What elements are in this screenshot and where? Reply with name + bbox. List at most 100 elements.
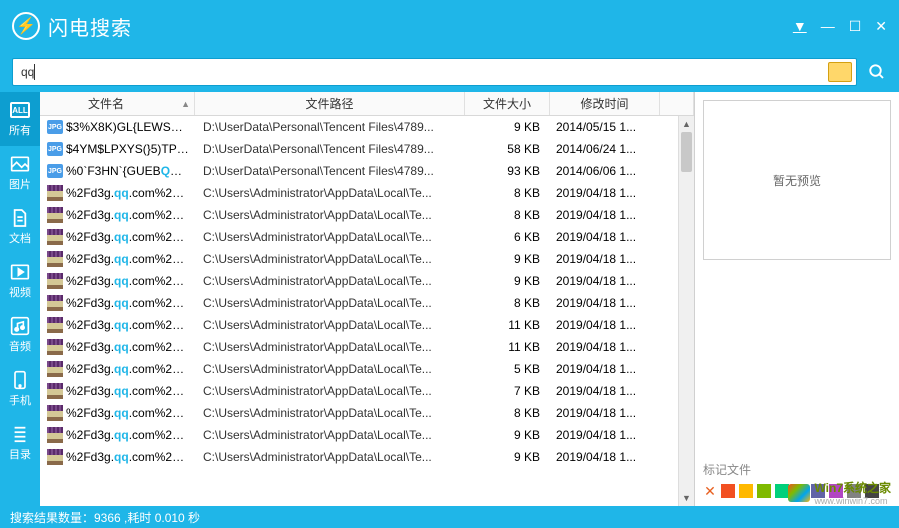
result-date: 2014/05/15 1... xyxy=(550,120,660,134)
audio-icon xyxy=(9,316,31,336)
title-bar: ⚡ 闪电搜索 ▼ — ☐ ✕ xyxy=(0,0,899,52)
watermark: Win7系统之家 www.winwin7.com xyxy=(788,479,891,506)
result-row[interactable]: %2Fd3g.qq.com%2Fclu...C:\Users\Administr… xyxy=(40,270,678,292)
result-filename: %2Fd3g.qq.com%2Fclu... xyxy=(66,208,195,222)
vertical-scrollbar[interactable]: ▲ ▼ xyxy=(678,116,694,506)
column-size[interactable]: 文件大小 xyxy=(465,92,550,115)
folder-scope-button[interactable] xyxy=(828,62,852,82)
result-date: 2019/04/18 1... xyxy=(550,296,660,310)
watermark-logo-icon xyxy=(788,484,810,502)
sidebar-item-phone[interactable]: 手机 xyxy=(0,362,40,416)
sidebar-item-label: 视频 xyxy=(9,284,31,300)
archive-file-icon xyxy=(47,449,63,465)
archive-file-icon xyxy=(47,427,63,443)
result-filename: %2Fd3g.qq.com%2Fclu... xyxy=(66,274,195,288)
result-size: 8 KB xyxy=(465,186,550,200)
result-row[interactable]: %2Fd3g.qq.com%2Fclu...C:\Users\Administr… xyxy=(40,248,678,270)
result-filename: %2Fd3g.qq.com%2Fclu... xyxy=(66,230,195,244)
jpg-file-icon: JPG xyxy=(47,164,63,178)
phone-icon xyxy=(9,370,31,390)
archive-file-icon xyxy=(47,295,63,311)
scroll-down-icon[interactable]: ▼ xyxy=(679,490,694,506)
maximize-button[interactable]: ☐ xyxy=(849,18,862,35)
result-filename: %2Fd3g.qq.com%2Fclu... xyxy=(66,340,195,354)
result-date: 2019/04/18 1... xyxy=(550,186,660,200)
sidebar-item-image[interactable]: 图片 xyxy=(0,146,40,200)
results-list: JPG$3%X8K)GL{LEWSA`BQQ\D:\UserData\Perso… xyxy=(40,116,678,506)
result-row[interactable]: %2Fd3g.qq.com%2Fclu...C:\Users\Administr… xyxy=(40,424,678,446)
result-path: C:\Users\Administrator\AppData\Local\Te.… xyxy=(195,384,465,398)
search-box[interactable]: qq xyxy=(12,58,857,86)
results-panel: 文件名▲ 文件路径 文件大小 修改时间 JPG$3%X8K)GL{LEWSA`B… xyxy=(40,92,695,506)
menu-dropdown-icon[interactable]: ▼ xyxy=(793,18,807,35)
result-date: 2019/04/18 1... xyxy=(550,252,660,266)
result-row[interactable]: %2Fd3g.qq.com%2Fclu...C:\Users\Administr… xyxy=(40,358,678,380)
result-row[interactable]: JPG$4YM$LPXYS(}5)TP]XQW(D:\UserData\Pers… xyxy=(40,138,678,160)
sidebar-item-label: 手机 xyxy=(9,392,31,408)
result-row[interactable]: %2Fd3g.qq.com%2Fclu...C:\Users\Administr… xyxy=(40,226,678,248)
result-row[interactable]: %2Fd3g.qq.com%2Fclu...C:\Users\Administr… xyxy=(40,204,678,226)
search-input[interactable]: qq xyxy=(21,65,34,79)
column-name[interactable]: 文件名▲ xyxy=(40,92,195,115)
result-size: 9 KB xyxy=(465,252,550,266)
sidebar-item-video[interactable]: 视频 xyxy=(0,254,40,308)
result-filename: %2Fd3g.qq.com%2Fclu... xyxy=(66,296,195,310)
column-spacer xyxy=(660,92,694,115)
preview-panel: 暂无预览 标记文件 ✕ Win7系统之家 www.winwin7.com xyxy=(695,92,899,506)
archive-file-icon xyxy=(47,229,63,245)
archive-file-icon xyxy=(47,405,63,421)
result-row[interactable]: %2Fd3g.qq.com%2Fclu...C:\Users\Administr… xyxy=(40,402,678,424)
result-size: 5 KB xyxy=(465,362,550,376)
scroll-up-icon[interactable]: ▲ xyxy=(679,116,694,132)
result-row[interactable]: %2Fd3g.qq.com%2Fclu...C:\Users\Administr… xyxy=(40,446,678,468)
status-text: 搜索结果数量：9366 ,耗时 0.010 秒 xyxy=(10,509,200,526)
sidebar-item-document[interactable]: 文档 xyxy=(0,200,40,254)
result-filename: %2Fd3g.qq.com%2Fclu... xyxy=(66,318,195,332)
result-row[interactable]: JPG$3%X8K)GL{LEWSA`BQQ\D:\UserData\Perso… xyxy=(40,116,678,138)
result-path: C:\Users\Administrator\AppData\Local\Te.… xyxy=(195,252,465,266)
result-filename: %2Fd3g.qq.com%2Fclu... xyxy=(66,186,195,200)
archive-file-icon xyxy=(47,273,63,289)
result-row[interactable]: %2Fd3g.qq.com%2Fclu...C:\Users\Administr… xyxy=(40,292,678,314)
folder-icon xyxy=(9,424,31,444)
result-date: 2019/04/18 1... xyxy=(550,208,660,222)
clear-tag-button[interactable]: ✕ xyxy=(703,484,717,498)
status-bar: 搜索结果数量：9366 ,耗时 0.010 秒 xyxy=(0,506,899,528)
minimize-button[interactable]: — xyxy=(821,18,835,35)
search-icon[interactable] xyxy=(865,60,889,84)
column-path[interactable]: 文件路径 xyxy=(195,92,465,115)
result-date: 2019/04/18 1... xyxy=(550,428,660,442)
search-bar: qq xyxy=(0,52,899,92)
video-icon xyxy=(9,262,31,282)
archive-file-icon xyxy=(47,251,63,267)
result-date: 2019/04/18 1... xyxy=(550,406,660,420)
result-filename: %2Fd3g.qq.com%2Fclu... xyxy=(66,450,195,464)
result-filename: %2Fd3g.qq.com%2Fclu... xyxy=(66,362,195,376)
result-date: 2014/06/24 1... xyxy=(550,142,660,156)
sort-arrow-icon: ▲ xyxy=(181,99,190,109)
archive-file-icon xyxy=(47,361,63,377)
image-icon xyxy=(9,154,31,174)
color-tag-swatch[interactable] xyxy=(757,484,771,498)
result-row[interactable]: %2Fd3g.qq.com%2Fclu...C:\Users\Administr… xyxy=(40,380,678,402)
sidebar-item-label: 目录 xyxy=(9,446,31,462)
result-row[interactable]: JPG%0`F3HN`{GUEBQQAX...D:\UserData\Perso… xyxy=(40,160,678,182)
color-tag-swatch[interactable] xyxy=(721,484,735,498)
result-row[interactable]: %2Fd3g.qq.com%2Fclu...C:\Users\Administr… xyxy=(40,314,678,336)
color-tag-swatch[interactable] xyxy=(739,484,753,498)
sidebar-item-all[interactable]: ALL所有 xyxy=(0,92,40,146)
tag-label: 标记文件 xyxy=(703,461,891,478)
close-button[interactable]: ✕ xyxy=(875,18,887,35)
all-icon: ALL xyxy=(9,100,31,120)
result-row[interactable]: %2Fd3g.qq.com%2Fclu...C:\Users\Administr… xyxy=(40,182,678,204)
scroll-thumb[interactable] xyxy=(681,132,692,172)
result-path: D:\UserData\Personal\Tencent Files\4789.… xyxy=(195,164,465,178)
sidebar-item-audio[interactable]: 音频 xyxy=(0,308,40,362)
result-date: 2019/04/18 1... xyxy=(550,450,660,464)
color-tag-swatch[interactable] xyxy=(775,484,789,498)
sidebar-item-folder[interactable]: 目录 xyxy=(0,416,40,470)
result-row[interactable]: %2Fd3g.qq.com%2Fclu...C:\Users\Administr… xyxy=(40,336,678,358)
archive-file-icon xyxy=(47,383,63,399)
column-headers: 文件名▲ 文件路径 文件大小 修改时间 xyxy=(40,92,694,116)
column-date[interactable]: 修改时间 xyxy=(550,92,660,115)
